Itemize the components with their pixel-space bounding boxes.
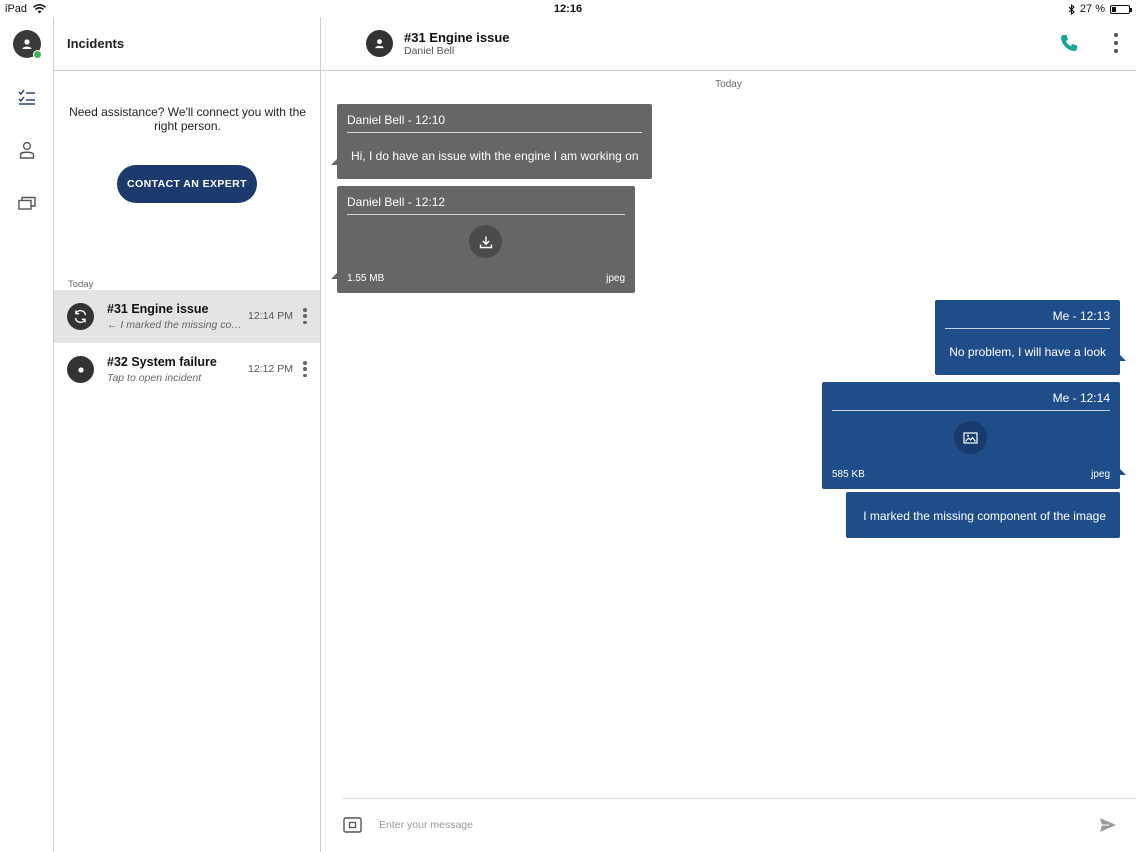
status-bar: iPad 12:16 27 % [0,0,1136,17]
chat-title: #31 Engine issue [404,30,510,45]
assistance-text: Need assistance? We'll connect you with … [69,105,306,133]
send-icon[interactable] [1099,816,1117,834]
outgoing-file-message: Me - 12:14 585 KB jpeg [822,382,1126,489]
message-header: Me - 12:13 [945,309,1110,329]
person-icon [375,39,384,49]
outgoing-message: Me - 12:13 No problem, I will have a loo… [935,300,1126,375]
incidents-list-icon[interactable] [17,87,37,107]
incident-title: #32 System failure [107,355,217,369]
battery-icon [1110,4,1132,14]
day-separator: Today [715,79,742,90]
incidents-title: Incidents [67,36,125,51]
status-right: 27 % [1068,3,1132,15]
incident-last-message: ← I marked the missing component of the … [107,319,242,331]
sync-icon [67,303,94,330]
phone-icon[interactable] [1059,33,1079,53]
message-text: I marked the missing component of the im… [863,509,1106,523]
incident-time: 12:14 PM [248,310,293,322]
image-icon[interactable] [954,421,987,454]
file-type: jpeg [1091,469,1110,480]
message-text: No problem, I will have a look [949,345,1106,359]
file-type: jpeg [606,273,625,284]
incident-time: 12:12 PM [248,363,293,375]
message-header: Me - 12:14 [832,391,1110,411]
contact-expert-button[interactable]: CONTACT AN EXPERT [117,165,257,203]
incidents-section-label: Today [68,279,94,290]
person-icon [22,39,32,49]
incoming-message: Daniel Bell - 12:10 Hi, I do have an iss… [331,104,652,179]
chat-pane: #31 Engine issue Daniel Bell Today Danie… [321,17,1136,852]
outgoing-message: I marked the missing component of the im… [846,492,1120,538]
incident-item-31[interactable]: #31 Engine issue ← I marked the missing … [54,290,320,343]
contact-avatar[interactable] [366,30,393,57]
contacts-icon[interactable] [17,140,37,160]
bluetooth-icon [1068,3,1075,15]
record-icon [67,356,94,383]
file-size: 585 KB [832,469,865,480]
navigation-rail [0,17,54,852]
message-input[interactable] [379,814,1079,836]
download-icon[interactable] [469,225,502,258]
message-composer [343,798,1136,852]
incident-more-icon[interactable] [299,307,311,325]
incidents-header: Incidents [54,17,320,71]
incident-last-message: Tap to open incident [107,372,202,384]
incidents-panel: Incidents Need assistance? We'll connect… [54,17,321,852]
chat-more-icon[interactable] [1113,33,1119,53]
message-header: Daniel Bell - 12:12 [347,195,625,215]
file-size: 1.55 MB [347,273,385,284]
camera-icon[interactable] [343,817,362,833]
message-text: Hi, I do have an issue with the engine I… [351,149,639,163]
incoming-file-message: Daniel Bell - 12:12 1.55 MB jpeg [331,186,635,293]
battery-percent: 27 % [1079,3,1105,15]
chat-header: #31 Engine issue Daniel Bell [321,17,1136,71]
windows-icon[interactable] [17,193,37,213]
incident-item-32[interactable]: #32 System failure Tap to open incident … [54,343,320,396]
status-time: 12:16 [553,3,583,15]
message-header: Daniel Bell - 12:10 [347,113,642,133]
chat-contact-name: Daniel Bell [404,45,455,57]
incident-more-icon[interactable] [299,360,311,378]
online-status-dot [33,50,42,59]
incident-title: #31 Engine issue [107,302,209,316]
user-avatar[interactable] [13,30,42,59]
battery-fill [1112,6,1116,12]
